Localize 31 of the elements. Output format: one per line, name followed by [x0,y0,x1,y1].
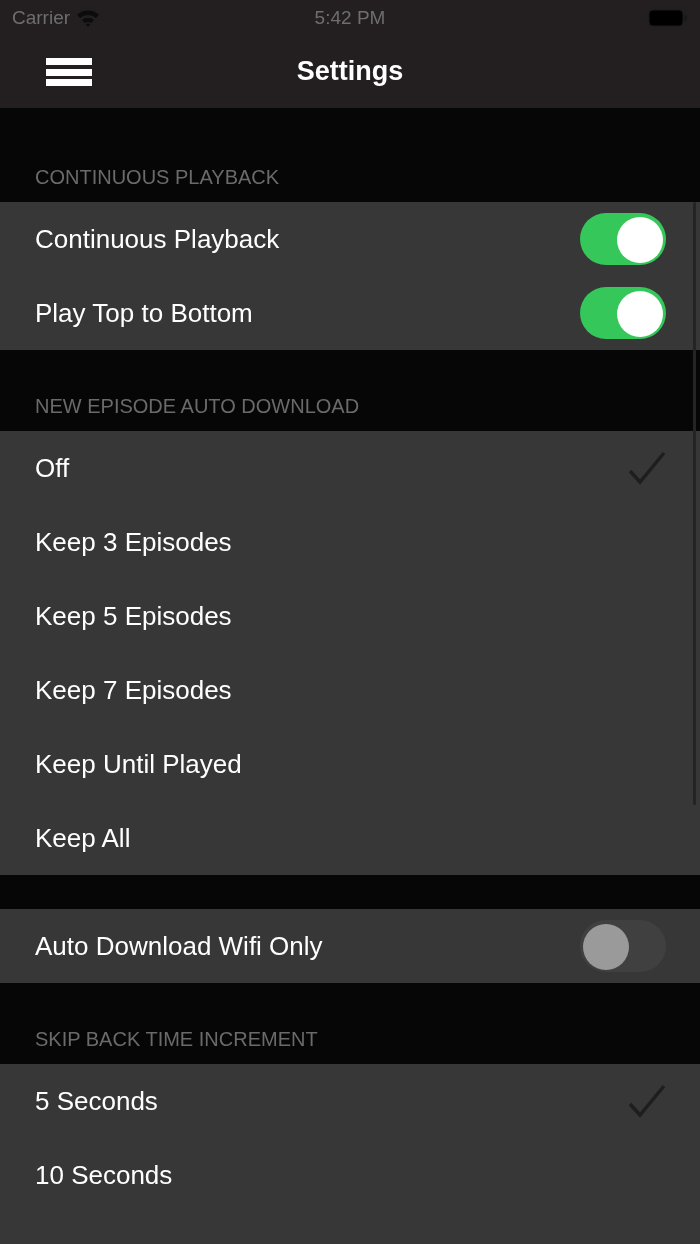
wifi-icon [76,8,101,27]
setting-label: Auto Download Wifi Only [35,930,323,962]
option-label: Keep All [35,822,131,854]
option-label: Keep 3 Episodes [35,526,232,558]
option-label: Keep Until Played [35,748,242,780]
option-label: Keep 5 Episodes [35,600,232,632]
option-row[interactable]: Keep 7 Episodes [0,653,700,727]
carrier-label: Carrier [12,6,71,29]
section-header: NEW EPISODE AUTO DOWNLOAD [35,395,360,418]
option-row[interactable]: Off [0,431,700,505]
option-label: 10 Seconds [35,1159,173,1191]
battery-icon [648,8,688,27]
page-title: Settings [296,56,404,87]
option-row[interactable]: Keep Until Played [0,727,700,801]
option-row[interactable]: Keep 5 Episodes [0,579,700,653]
option-label: Off [35,452,70,484]
toggle-switch[interactable] [580,213,666,265]
option-label: Keep 7 Episodes [35,674,232,706]
option-row[interactable]: 5 Seconds [0,1064,700,1138]
option-row[interactable]: Keep 3 Episodes [0,505,700,579]
setting-label: Continuous Playback [35,223,280,255]
menu-button[interactable] [46,58,92,86]
section-header: SKIP BACK TIME INCREMENT [35,1028,318,1051]
option-label: 5 Seconds [35,1085,158,1117]
toggle-switch[interactable] [580,287,666,339]
toggle-switch[interactable] [580,920,666,972]
option-row[interactable]: 10 Seconds [0,1138,700,1212]
status-time: 5:42 PM [314,6,386,29]
setting-label: Play Top to Bottom [35,297,253,329]
option-row[interactable]: Keep All [0,801,700,875]
section-header: CONTINUOUS PLAYBACK [35,166,280,189]
